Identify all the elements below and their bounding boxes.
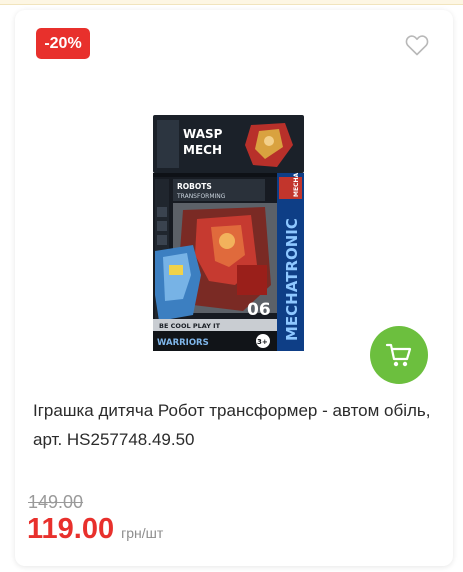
box-number: 06 [247,300,271,320]
add-to-cart-button[interactable] [370,326,428,384]
product-image[interactable]: WASP MECH ROBOTS TRANSFORMING MECHA MECH… [153,115,304,351]
discount-badge: -20% [36,28,90,59]
box-banner-line1: ROBOTS [177,182,212,191]
box-age: 3+ [257,338,268,346]
box-brand-line1: WASP [183,127,223,141]
top-strip [0,0,463,5]
price-row: 119.00 грн/шт [27,513,163,546]
product-card[interactable]: -20% WASP MECH ROBOTS TRANSFORMING MECHA… [15,10,453,566]
product-title[interactable]: Іграшка дитяча Робот трансформер - автом… [33,396,438,454]
shopping-cart-icon [385,343,412,367]
old-price: 149.00 [28,492,84,512]
price-unit: грн/шт [121,525,164,541]
box-slogan: BE COOL PLAY IT [159,322,221,330]
current-price: 119.00 [27,513,115,545]
box-footer: WARRIORS [157,338,209,348]
box-banner-line2: TRANSFORMING [176,193,226,200]
box-brand-line2: MECH [183,143,222,157]
box-side-text: MECHATRONIC [283,218,301,341]
heart-outline-icon[interactable] [405,34,429,56]
box-side-top: MECHA [293,173,300,197]
